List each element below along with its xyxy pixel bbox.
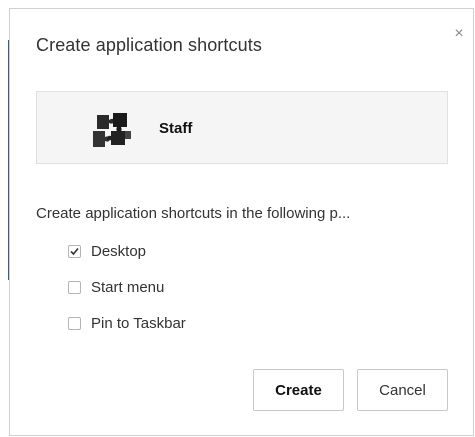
start-menu-label: Start menu [91,279,165,296]
desktop-checkbox[interactable] [68,245,81,258]
checkmark-icon [70,247,79,256]
pin-to-taskbar-label: Pin to Taskbar [91,315,186,332]
start-menu-option[interactable]: Start menu [68,279,164,296]
start-menu-checkbox[interactable] [68,281,81,294]
app-info-box: Staff [36,91,448,164]
create-shortcuts-dialog: Create application shortcuts × Staff Cre… [9,8,474,436]
desktop-option[interactable]: Desktop [68,243,146,260]
create-button[interactable]: Create [253,369,344,411]
close-icon[interactable]: × [451,26,467,42]
instruction-text: Create application shortcuts in the foll… [36,205,351,222]
app-name: Staff [159,120,193,137]
puzzle-app-icon [93,113,131,147]
desktop-label: Desktop [91,243,147,260]
pin-to-taskbar-option[interactable]: Pin to Taskbar [68,315,186,332]
cancel-button[interactable]: Cancel [357,369,448,411]
dialog-title: Create application shortcuts [36,35,262,55]
pin-to-taskbar-checkbox[interactable] [68,317,81,330]
